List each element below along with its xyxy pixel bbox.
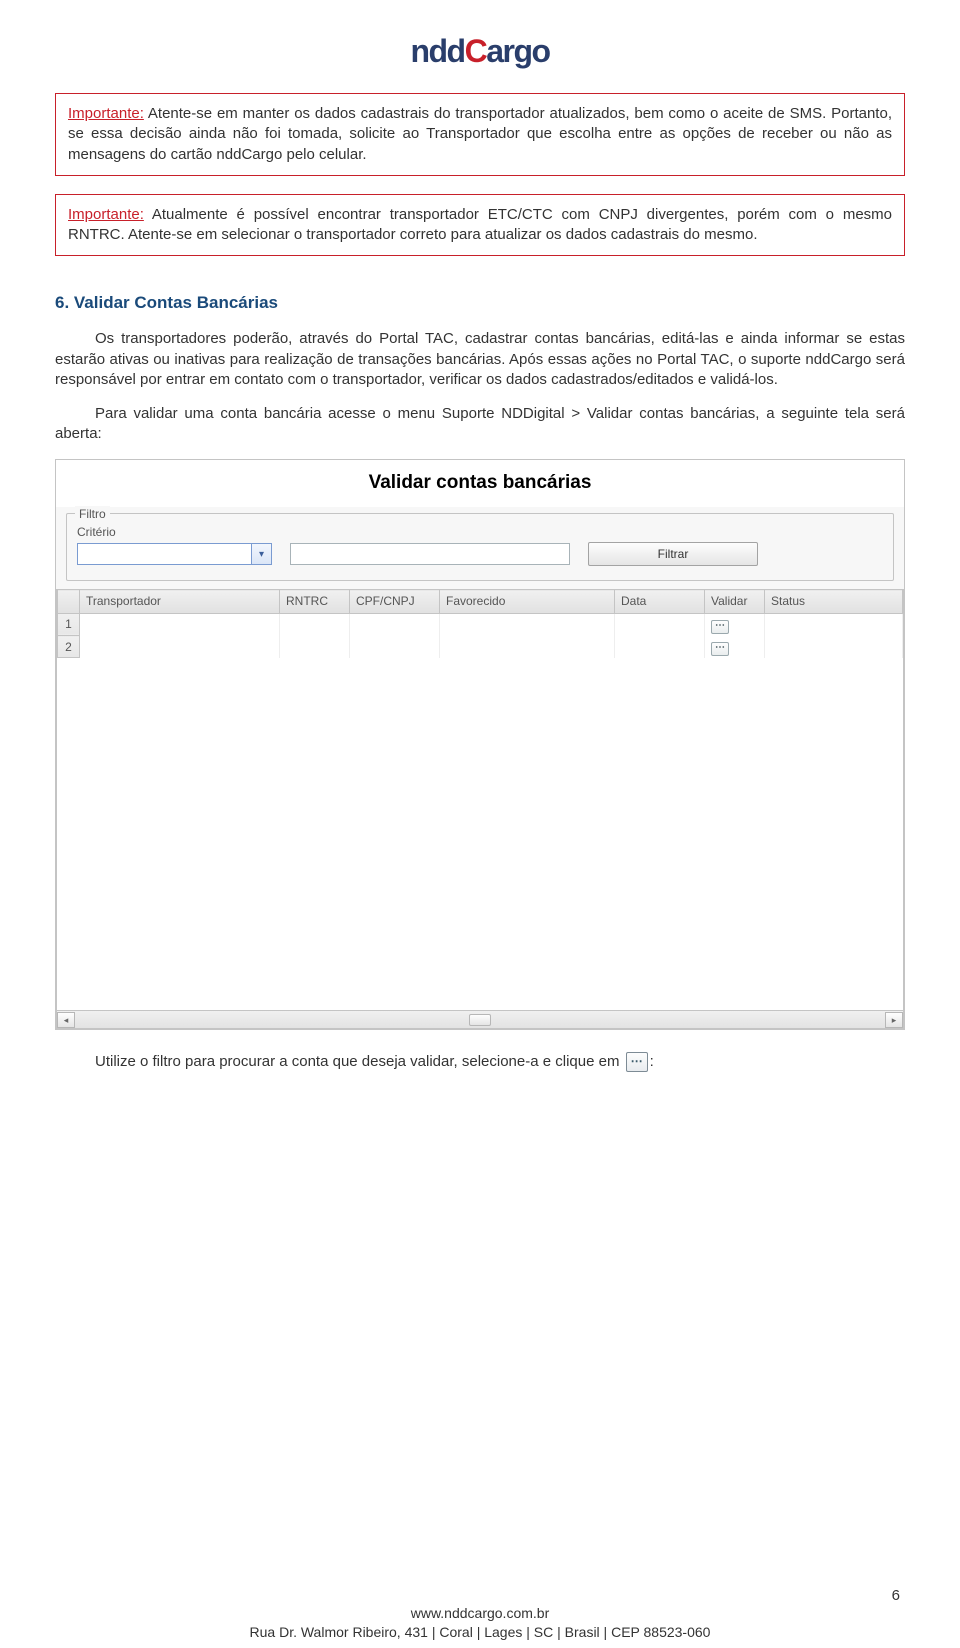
row-num: 2 xyxy=(58,636,80,658)
col-transportador[interactable]: Transportador xyxy=(80,590,280,613)
table-row[interactable]: 1 ⋯ xyxy=(58,613,903,636)
scroll-thumb[interactable] xyxy=(469,1014,491,1026)
logo-part-c: C xyxy=(465,33,487,69)
important-text-2: Atualmente é possível encontrar transpor… xyxy=(68,206,892,243)
row-num: 1 xyxy=(58,613,80,636)
col-cpfcnpj[interactable]: CPF/CNPJ xyxy=(350,590,440,613)
scroll-right-icon[interactable]: ▸ xyxy=(885,1012,903,1028)
page-number: 6 xyxy=(892,1586,900,1606)
logo-part-ndd: ndd xyxy=(410,33,464,69)
criterio-select[interactable]: ▾ xyxy=(77,543,272,565)
col-rownum xyxy=(58,590,80,613)
criterio-input[interactable] xyxy=(290,543,570,565)
footer-url: www.nddcargo.com.br xyxy=(0,1604,960,1623)
after-ui-text: Utilize o filtro para procurar a conta q… xyxy=(95,1052,905,1072)
scroll-left-icon[interactable]: ◂ xyxy=(57,1012,75,1028)
results-table: Transportador RNTRC CPF/CNPJ Favorecido … xyxy=(57,589,903,658)
filtro-fieldset: Filtro Critério ▾ Filtrar xyxy=(66,513,894,581)
horizontal-scrollbar[interactable]: ◂ ▸ xyxy=(57,1010,903,1028)
validar-row-button[interactable]: ⋯ xyxy=(711,642,729,656)
footer-address: Rua Dr. Walmor Ribeiro, 431 | Coral | La… xyxy=(0,1623,960,1642)
section-heading: 6. Validar Contas Bancárias xyxy=(55,292,905,315)
important-label: Importante: xyxy=(68,206,144,223)
page-footer: www.nddcargo.com.br Rua Dr. Walmor Ribei… xyxy=(0,1604,960,1642)
validar-row-button[interactable]: ⋯ xyxy=(711,620,729,634)
logo-part-argo: argo xyxy=(486,33,549,69)
col-status[interactable]: Status xyxy=(765,590,903,613)
table-row[interactable]: 2 ⋯ xyxy=(58,636,903,658)
important-label: Importante: xyxy=(68,105,144,122)
validar-contas-app: Validar contas bancárias Filtro Critério… xyxy=(55,459,905,1031)
ellipsis-icon[interactable]: ⋯ xyxy=(626,1052,648,1072)
paragraph-1: Os transportadores poderão, através do P… xyxy=(55,329,905,390)
important-box-2: Importante: Atualmente é possível encont… xyxy=(55,194,905,257)
filtro-legend: Filtro xyxy=(75,506,110,522)
col-favorecido[interactable]: Favorecido xyxy=(440,590,615,613)
col-data[interactable]: Data xyxy=(615,590,705,613)
col-rntrc[interactable]: RNTRC xyxy=(280,590,350,613)
paragraph-2: Para validar uma conta bancária acesse o… xyxy=(55,404,905,445)
important-box-1: Importante: Atente-se em manter os dados… xyxy=(55,93,905,176)
col-validar[interactable]: Validar xyxy=(705,590,765,613)
page-header: nddCargo xyxy=(55,30,905,73)
results-table-wrap: Transportador RNTRC CPF/CNPJ Favorecido … xyxy=(56,589,904,1029)
logo-nddcargo: nddCargo xyxy=(410,30,549,73)
filtrar-button[interactable]: Filtrar xyxy=(588,542,758,566)
app-title: Validar contas bancárias xyxy=(56,460,904,508)
chevron-down-icon[interactable]: ▾ xyxy=(251,544,271,564)
important-text-1: Atente-se em manter os dados cadastrais … xyxy=(68,105,892,163)
criterio-label: Critério xyxy=(77,524,883,540)
